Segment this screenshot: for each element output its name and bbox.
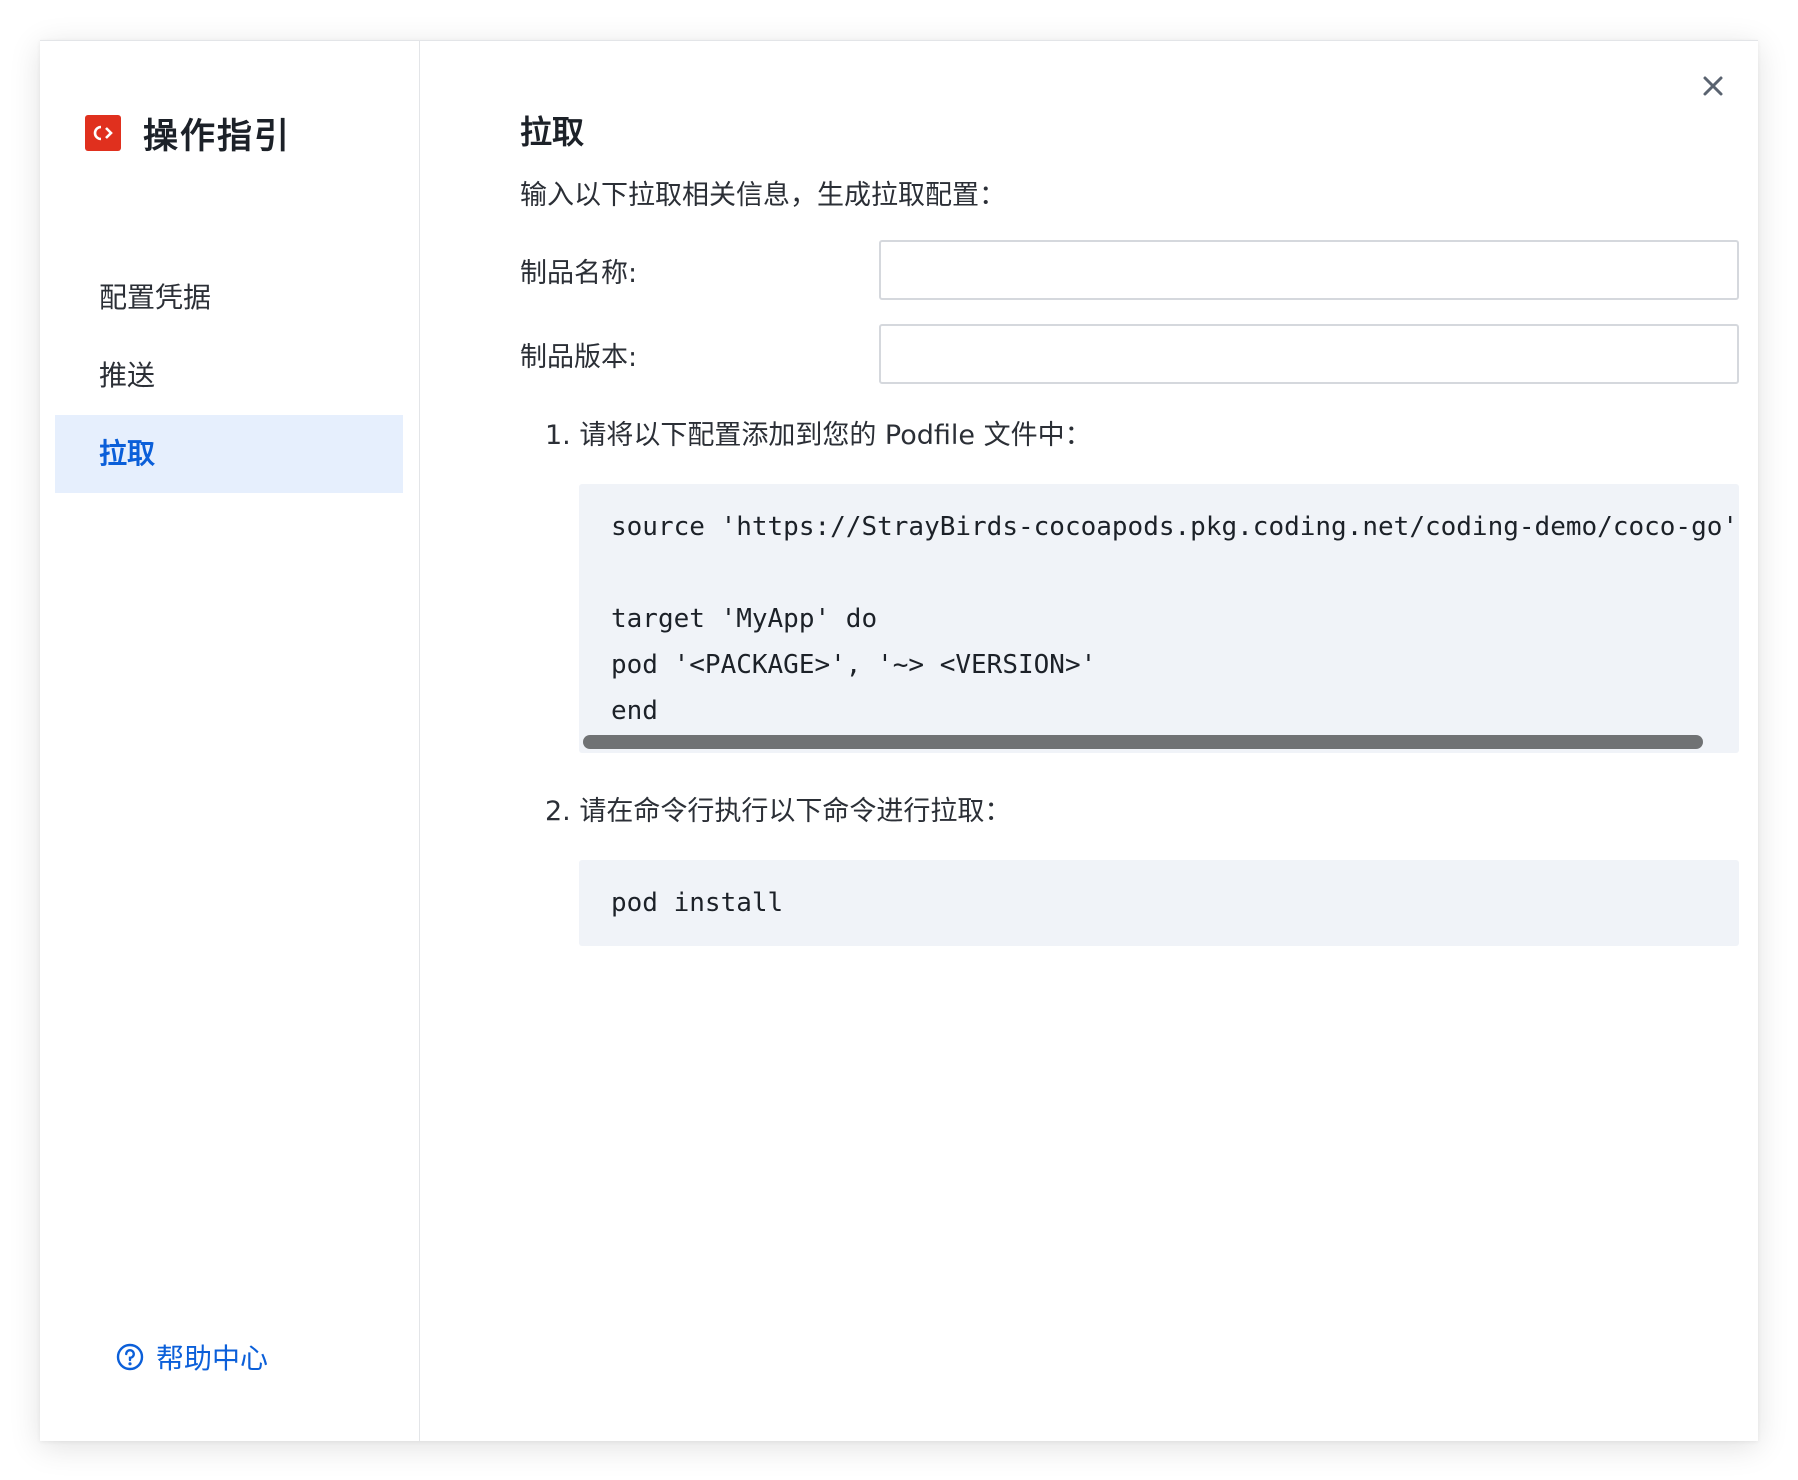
logo-glyph [93, 125, 113, 141]
question-circle-icon [116, 1343, 144, 1371]
code-line: target 'MyApp' do [611, 604, 878, 634]
sidebar-item-label: 配置凭据 [99, 281, 212, 314]
page-title: 拉取 [520, 113, 585, 151]
main-content: 拉取 输入以下拉取相关信息，生成拉取配置： 制品名称: 制品版本: 1. 请将以… [420, 41, 1758, 1441]
help-center-label: 帮助中心 [156, 1342, 269, 1375]
code-line: end [611, 696, 658, 726]
artifact-name-label: 制品名称: [520, 258, 638, 289]
step-1-text: 1. 请将以下配置添加到您的 Podfile 文件中： [545, 420, 1092, 451]
close-button[interactable] [1698, 71, 1728, 101]
artifact-name-input[interactable] [879, 240, 1739, 300]
code-line: source 'https://StrayBirds-cocoapods.pkg… [611, 512, 1739, 542]
artifact-version-label: 制品版本: [520, 342, 638, 373]
close-icon [1703, 76, 1723, 96]
step-2-text: 2. 请在命令行执行以下命令进行拉取： [545, 796, 1012, 827]
brand-title: 操作指引 [143, 116, 292, 157]
artifact-version-input[interactable] [879, 324, 1739, 384]
sidebar-item-pull[interactable]: 拉取 [55, 415, 403, 493]
sidebar-item-label: 拉取 [99, 437, 156, 470]
code-line: pod install [611, 888, 784, 918]
coding-logo-icon [85, 115, 121, 151]
sidebar-nav: 配置凭据 推送 拉取 [55, 259, 403, 493]
sidebar-item-label: 推送 [99, 359, 156, 392]
code-line: pod '<PACKAGE>', '~> <VERSION>' [611, 650, 1097, 680]
sidebar-item-push[interactable]: 推送 [55, 337, 403, 415]
intro-text: 输入以下拉取相关信息，生成拉取配置： [520, 180, 1006, 211]
podfile-code-block: source 'https://StrayBirds-cocoapods.pkg… [579, 484, 1739, 753]
guide-modal: 操作指引 配置凭据 推送 拉取 帮助中心 拉取 输入以下拉取相关信息，生成拉取配… [40, 40, 1758, 1441]
brand: 操作指引 [85, 111, 291, 157]
sidebar: 操作指引 配置凭据 推送 拉取 帮助中心 [40, 41, 420, 1441]
horizontal-scrollbar[interactable] [583, 735, 1703, 749]
help-center-link[interactable]: 帮助中心 [116, 1337, 268, 1377]
command-code-block: pod install [579, 860, 1739, 946]
sidebar-item-credentials[interactable]: 配置凭据 [55, 259, 403, 337]
